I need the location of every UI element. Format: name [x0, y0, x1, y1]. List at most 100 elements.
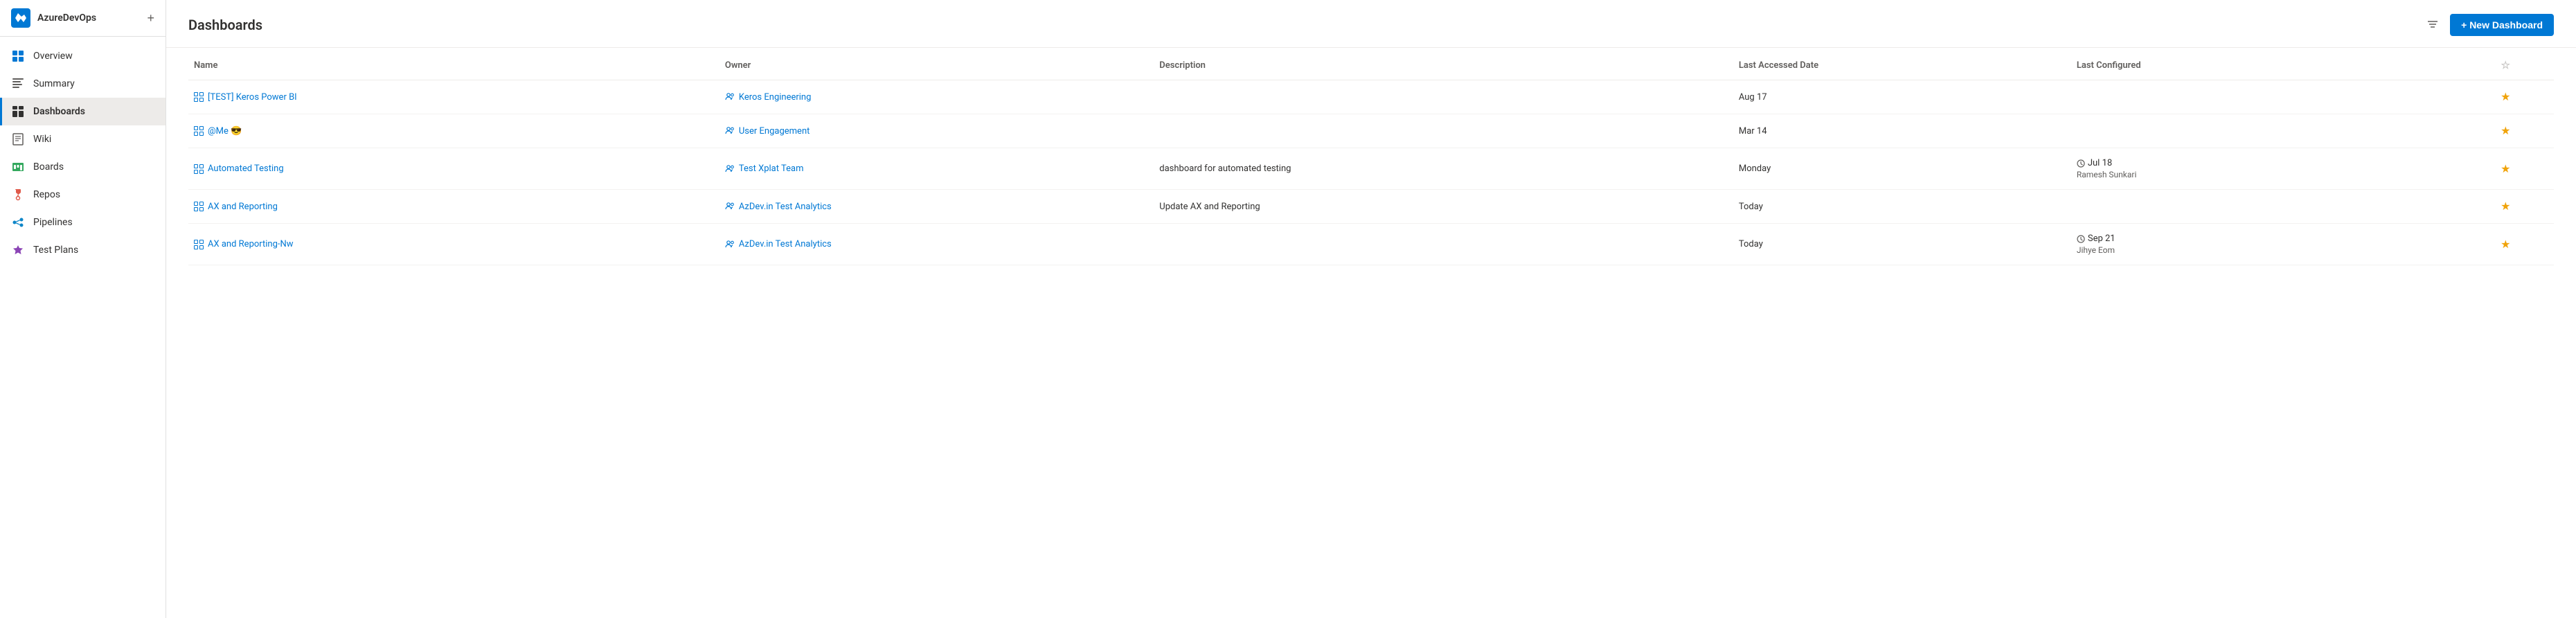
sidebar-item-dashboards[interactable]: Dashboards — [0, 98, 166, 125]
sidebar-item-boards[interactable]: Boards — [0, 153, 166, 181]
sidebar-item-label: Pipelines — [33, 217, 73, 228]
cell-owner: Test Xplat Team — [719, 148, 1154, 190]
cell-last-configured: Sep 21Jihye Eom — [2071, 224, 2458, 265]
sidebar-item-pipelines[interactable]: Pipelines — [0, 209, 166, 236]
owner-team-icon — [725, 240, 735, 249]
header-actions: + New Dashboard — [2424, 14, 2554, 36]
table-row: @Me 😎 User Engagement Mar 14 ★ — [188, 114, 2554, 148]
cell-last-accessed: Today — [1733, 224, 2071, 265]
cell-star: ★ — [2458, 190, 2554, 224]
filter-button[interactable] — [2424, 16, 2442, 34]
org-name: AzureDevOps — [37, 12, 140, 24]
configured-date-row: Jul 18 — [2077, 158, 2452, 168]
cell-name: AX and Reporting — [188, 190, 719, 224]
configured-user: Jihye Eom — [2077, 245, 2452, 255]
sidebar: AzureDevOps + Overview — [0, 0, 166, 618]
sidebar-item-overview[interactable]: Overview — [0, 42, 166, 70]
table-header-row: Name Owner Description Last Accessed Dat… — [188, 51, 2554, 80]
table-body: [TEST] Keros Power BI Keros Engineering A… — [188, 80, 2554, 265]
configured-user: Ramesh Sunkari — [2077, 170, 2452, 179]
sidebar-item-label: Test Plans — [33, 245, 78, 256]
repos-icon — [11, 188, 25, 202]
star-toggle-button[interactable]: ★ — [2501, 124, 2510, 138]
star-header-icon: ☆ — [2501, 59, 2510, 71]
star-toggle-button[interactable]: ★ — [2501, 162, 2510, 176]
dashboard-grid-icon — [194, 240, 204, 249]
sidebar-header: AzureDevOps + — [0, 0, 166, 37]
dashboard-name-link[interactable]: @Me 😎 — [194, 126, 714, 136]
owner-team-icon — [725, 202, 735, 211]
cell-last-accessed: Monday — [1733, 148, 2071, 190]
cell-owner: AzDev.in Test Analytics — [719, 224, 1154, 265]
cell-last-accessed: Today — [1733, 190, 2071, 224]
configured-date-row: Sep 21 — [2077, 233, 2452, 244]
clock-icon — [2077, 159, 2085, 168]
cell-last-configured — [2071, 80, 2458, 114]
cell-name: Automated Testing — [188, 148, 719, 190]
star-filled-icon: ★ — [2501, 201, 2510, 213]
col-header-owner: Owner — [719, 51, 1154, 80]
star-toggle-button[interactable]: ★ — [2501, 90, 2510, 104]
cell-star: ★ — [2458, 148, 2554, 190]
owner-cell-content: Test Xplat Team — [725, 164, 1148, 174]
sidebar-item-label: Boards — [33, 161, 64, 173]
dashboards-table: Name Owner Description Last Accessed Dat… — [188, 51, 2554, 265]
sidebar-nav: Overview Summary — [0, 37, 166, 618]
owner-name-link[interactable]: Test Xplat Team — [739, 164, 804, 174]
col-header-star: ☆ — [2458, 51, 2554, 80]
owner-cell-content: User Engagement — [725, 126, 1148, 136]
page-title: Dashboards — [188, 17, 262, 33]
star-filled-icon: ★ — [2501, 164, 2510, 175]
add-project-button[interactable]: + — [147, 11, 154, 26]
cell-description — [1154, 80, 1733, 114]
owner-name-link[interactable]: AzDev.in Test Analytics — [739, 202, 832, 212]
dashboard-name-link[interactable]: [TEST] Keros Power BI — [194, 92, 714, 103]
configured-cell-content: Jul 18 Ramesh Sunkari — [2077, 158, 2452, 179]
cell-star: ★ — [2458, 114, 2554, 148]
cell-name: @Me 😎 — [188, 114, 719, 148]
cell-name: [TEST] Keros Power BI — [188, 80, 719, 114]
owner-cell-content: Keros Engineering — [725, 92, 1148, 103]
cell-last-accessed: Mar 14 — [1733, 114, 2071, 148]
sidebar-item-test-plans[interactable]: Test Plans — [0, 236, 166, 264]
dashboard-name-link[interactable]: AX and Reporting — [194, 202, 714, 212]
star-filled-icon: ★ — [2501, 125, 2510, 137]
dashboard-name-link[interactable]: AX and Reporting-Nw — [194, 239, 714, 249]
star-filled-icon: ★ — [2501, 91, 2510, 103]
owner-name-link[interactable]: AzDev.in Test Analytics — [739, 239, 832, 249]
dashboard-name-link[interactable]: Automated Testing — [194, 164, 714, 174]
sidebar-item-label: Dashboards — [33, 106, 85, 117]
star-toggle-button[interactable]: ★ — [2501, 200, 2510, 213]
sidebar-item-wiki[interactable]: Wiki — [0, 125, 166, 153]
sidebar-item-label: Wiki — [33, 134, 51, 145]
cell-description — [1154, 114, 1733, 148]
owner-team-icon — [725, 126, 735, 136]
filter-icon — [2426, 19, 2439, 31]
summary-icon — [11, 77, 25, 91]
owner-name-link[interactable]: Keros Engineering — [739, 92, 812, 103]
cell-owner: AzDev.in Test Analytics — [719, 190, 1154, 224]
sidebar-item-repos[interactable]: Repos — [0, 181, 166, 209]
star-toggle-button[interactable]: ★ — [2501, 238, 2510, 251]
sidebar-item-summary[interactable]: Summary — [0, 70, 166, 98]
owner-cell-content: AzDev.in Test Analytics — [725, 202, 1148, 212]
dashboards-icon — [11, 105, 25, 118]
main-content: Dashboards + New Dashboard Name Owner De… — [166, 0, 2576, 618]
dashboards-table-container: Name Owner Description Last Accessed Dat… — [166, 48, 2576, 618]
cell-star: ★ — [2458, 80, 2554, 114]
new-dashboard-button[interactable]: + New Dashboard — [2450, 14, 2554, 36]
configured-cell-content: Sep 21Jihye Eom — [2077, 233, 2452, 255]
col-header-last-accessed: Last Accessed Date — [1733, 51, 2071, 80]
col-header-last-configured: Last Configured — [2071, 51, 2458, 80]
owner-name-link[interactable]: User Engagement — [739, 126, 810, 136]
sidebar-item-label: Summary — [33, 78, 75, 89]
cell-last-configured — [2071, 190, 2458, 224]
cell-owner: User Engagement — [719, 114, 1154, 148]
sidebar-item-label: Repos — [33, 189, 60, 200]
pipelines-icon — [11, 215, 25, 229]
owner-cell-content: AzDev.in Test Analytics — [725, 239, 1148, 249]
table-row: AX and Reporting-Nw AzDev.in Test Analyt… — [188, 224, 2554, 265]
table-row: [TEST] Keros Power BI Keros EngineeringA… — [188, 80, 2554, 114]
cell-description: Update AX and Reporting — [1154, 190, 1733, 224]
owner-team-icon — [725, 164, 735, 174]
